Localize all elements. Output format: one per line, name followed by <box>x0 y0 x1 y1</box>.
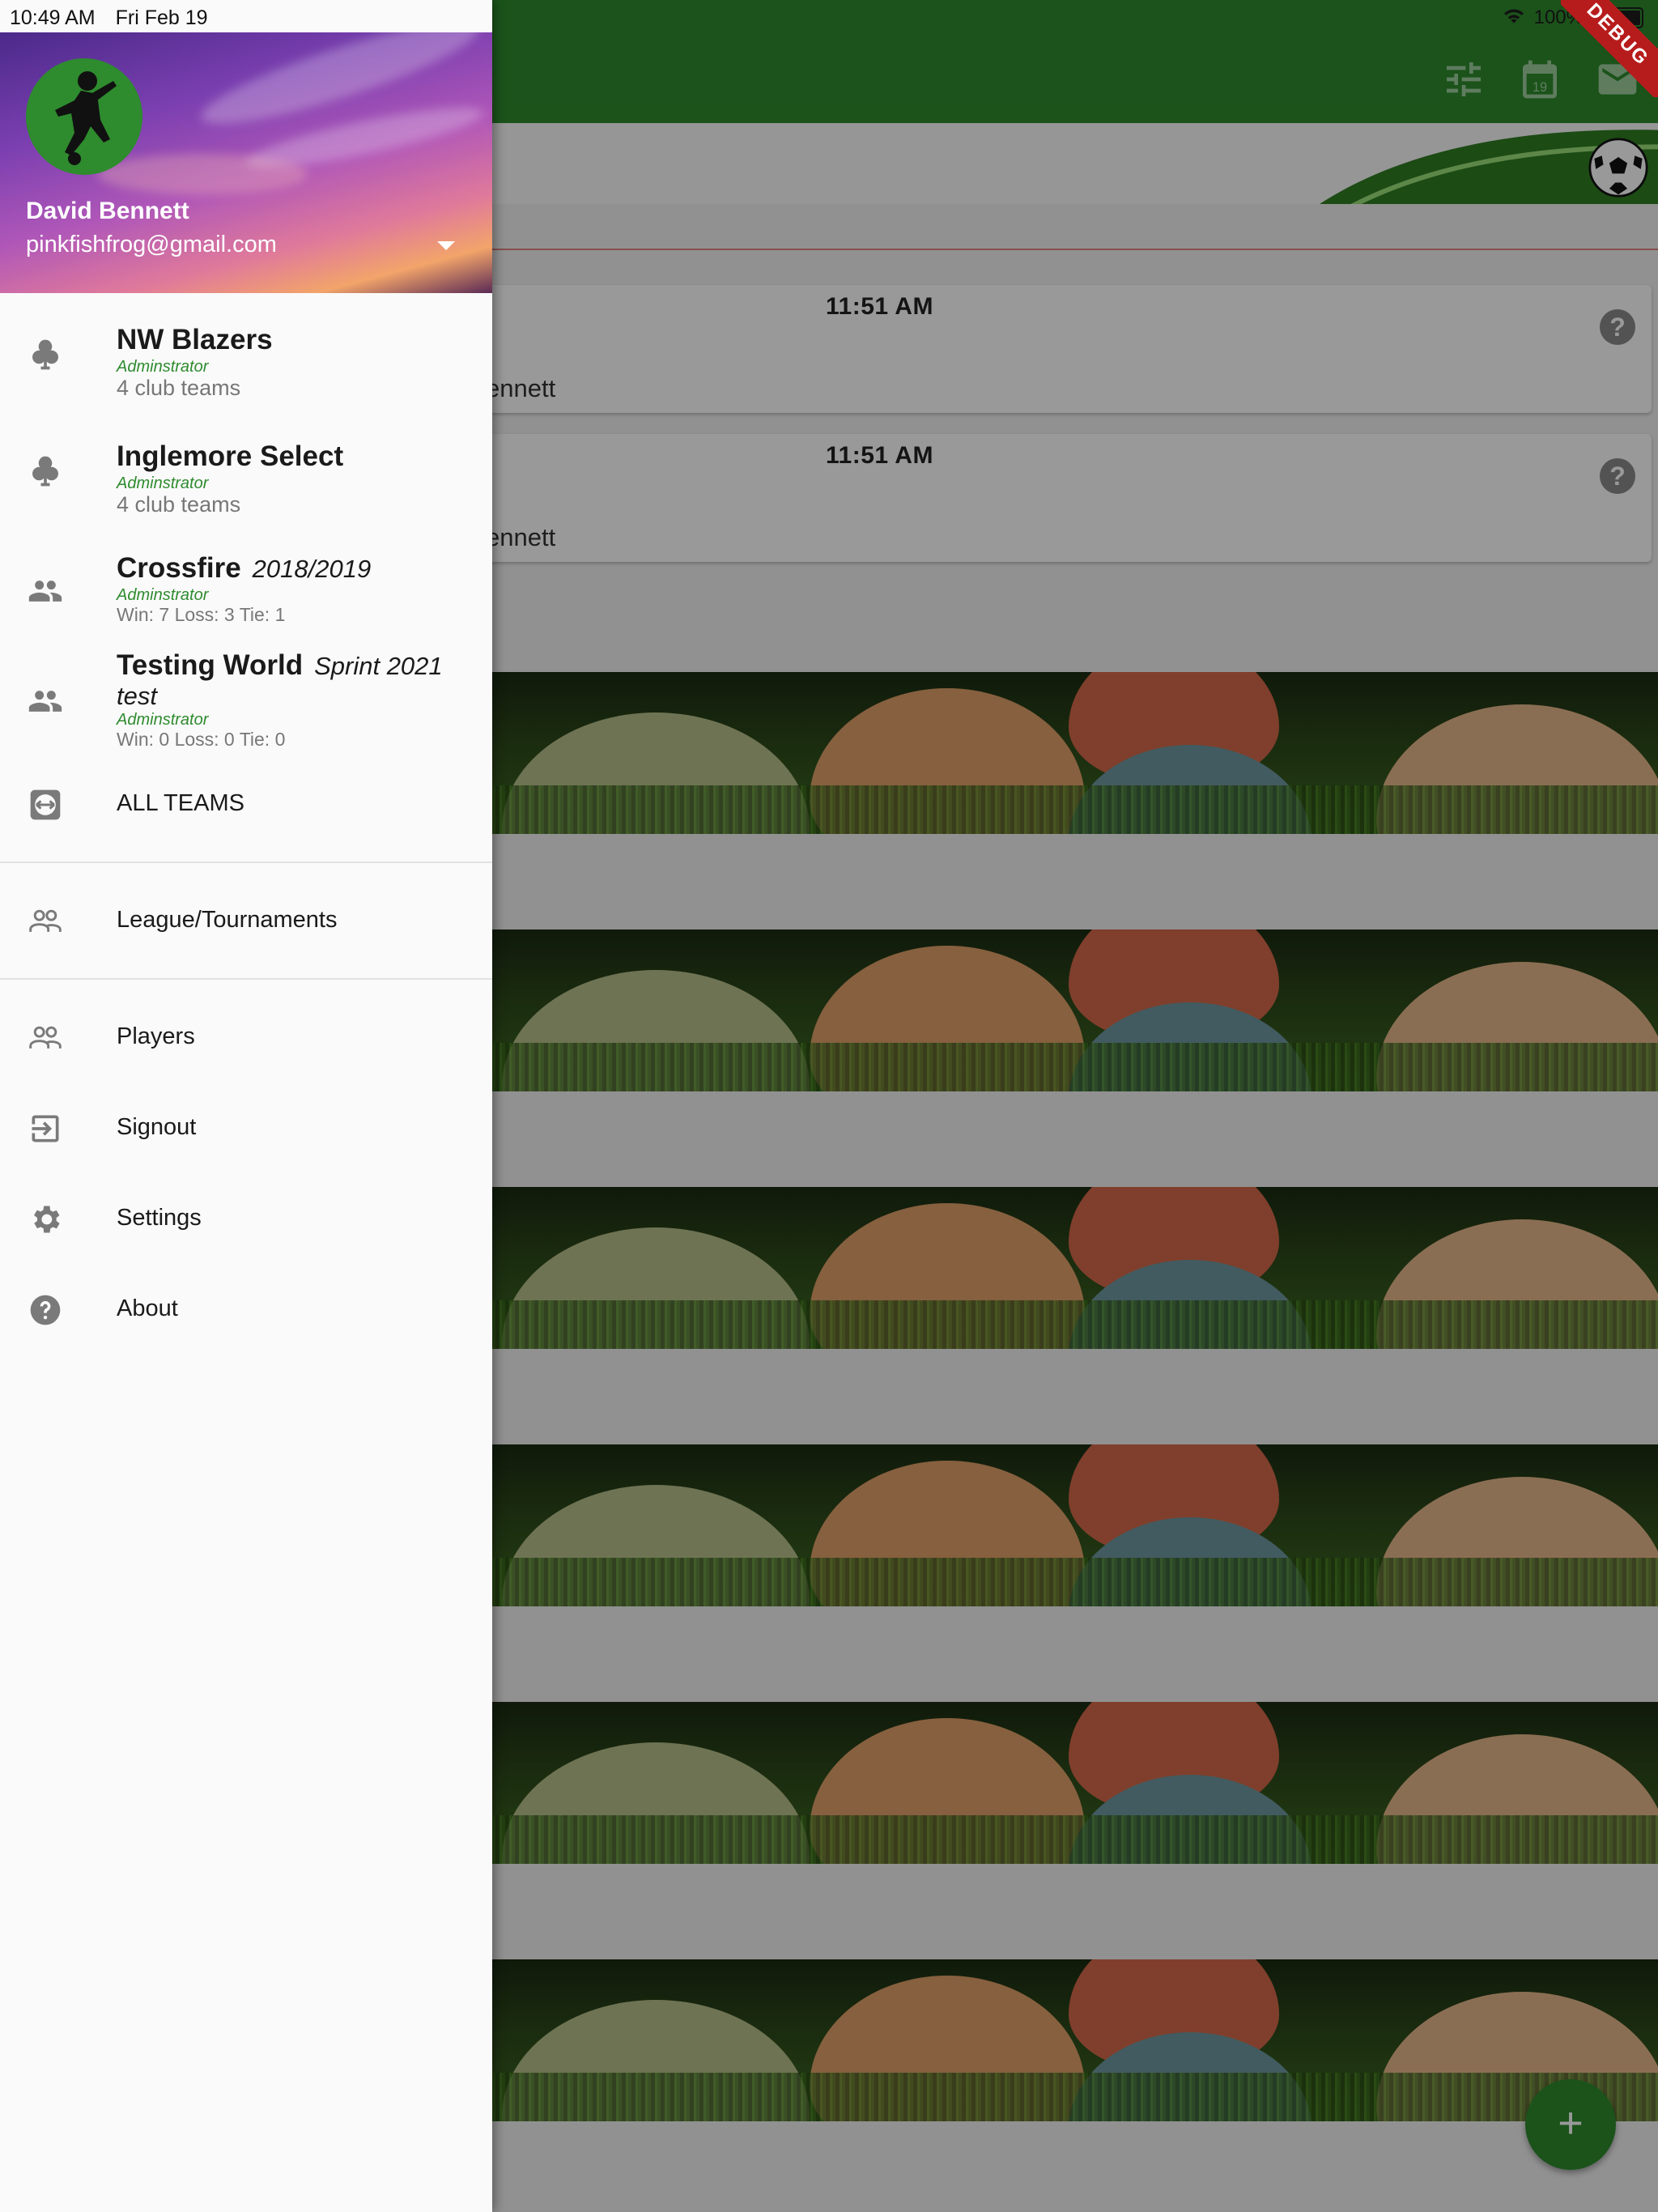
all-teams-icon <box>28 787 63 823</box>
team-record: Win: 7 Loss: 3 Tie: 1 <box>117 604 286 625</box>
people-outline-icon <box>28 904 63 939</box>
team-item-testing-world[interactable]: Testing World Sprint 2021 test Adminstrat… <box>0 640 492 761</box>
signout-label: Signout <box>117 1114 197 1140</box>
club-detail: 4 club teams <box>117 376 241 400</box>
players-item[interactable]: Players <box>0 1004 492 1069</box>
menu-divider <box>0 861 492 863</box>
team-role: Adminstrator <box>117 586 209 604</box>
club-detail: 4 club teams <box>117 492 241 517</box>
about-label: About <box>117 1295 178 1321</box>
drawer-header[interactable]: David Bennett pinkfishfrog@gmail.com <box>0 32 492 293</box>
team-season: 2018/2019 <box>252 555 372 583</box>
league-tournaments-item[interactable]: League/Tournaments <box>0 887 492 952</box>
signout-item[interactable]: Signout <box>0 1095 492 1159</box>
exit-icon <box>28 1111 63 1146</box>
team-name: Testing World Sprint 2021 <box>117 649 443 681</box>
team-item-crossfire[interactable]: Crossfire 2018/2019 Adminstrator Win: 7 L… <box>0 541 492 638</box>
debug-ribbon: DEBUG <box>1561 0 1658 97</box>
club-name: NW Blazers <box>117 324 273 355</box>
people-outline-icon <box>28 1020 63 1056</box>
about-item[interactable]: About <box>0 1276 492 1341</box>
club-icon <box>28 453 63 489</box>
all-teams-item[interactable]: ALL TEAMS <box>0 771 492 836</box>
team-role: Adminstrator <box>117 711 209 729</box>
players-label: Players <box>117 1023 195 1049</box>
club-role: Adminstrator <box>117 358 209 376</box>
club-role: Adminstrator <box>117 474 209 492</box>
league-tournaments-label: League/Tournaments <box>117 907 338 933</box>
club-item-nw-blazers[interactable]: NW Blazers Adminstrator 4 club teams <box>0 308 492 421</box>
team-season-continued: test <box>117 682 157 710</box>
soccer-player-icon <box>55 71 117 165</box>
club-name: Inglemore Select <box>117 440 344 472</box>
avatar[interactable] <box>26 58 142 175</box>
settings-item[interactable]: Settings <box>0 1185 492 1250</box>
status-time: 10:49 AM <box>10 6 96 29</box>
menu-divider <box>0 978 492 980</box>
settings-label: Settings <box>117 1205 202 1231</box>
team-name: Crossfire 2018/2019 <box>117 552 372 584</box>
all-teams-label: ALL TEAMS <box>117 790 244 816</box>
user-email: pinkfishfrog@gmail.com <box>26 232 277 257</box>
status-date: Fri Feb 19 <box>115 6 208 29</box>
club-item-inglemore-select[interactable]: Inglemore Select Adminstrator 4 club tea… <box>0 424 492 538</box>
team-season: Sprint 2021 <box>314 652 443 680</box>
people-icon <box>28 683 63 719</box>
team-record: Win: 0 Loss: 0 Tie: 0 <box>117 729 286 750</box>
account-dropdown-icon[interactable] <box>437 241 455 250</box>
status-bar-left: 10:49 AM Fri Feb 19 <box>10 3 208 32</box>
user-name: David Bennett <box>26 198 189 224</box>
gear-icon <box>28 1202 63 1237</box>
club-icon <box>28 337 63 372</box>
navigation-drawer: 10:49 AM Fri Feb 19 David Bennett pinkfi… <box>0 0 492 2212</box>
wifi-icon <box>1502 6 1526 31</box>
people-icon <box>28 573 63 609</box>
help-circle-icon <box>28 1292 63 1328</box>
